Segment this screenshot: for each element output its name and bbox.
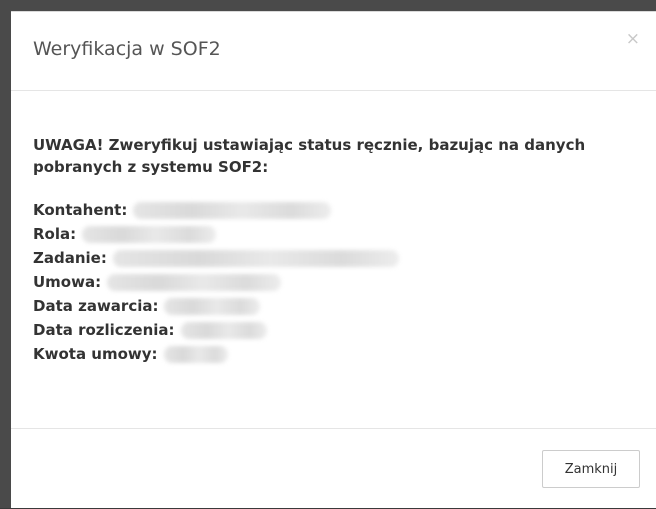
dialog-header: Weryfikacja w SOF2 × [11,12,656,91]
close-icon[interactable]: × [626,31,640,48]
close-button[interactable]: Zamknij [542,450,640,488]
redacted-value [133,201,332,219]
redacted-value [107,273,282,291]
field-row-data-zawarcia: Data zawarcia: [33,294,633,318]
field-row-kontahent: Kontahent: [33,198,633,222]
redacted-value [164,297,261,315]
dialog-title: Weryfikacja w SOF2 [33,38,221,60]
redacted-value [180,321,267,339]
field-label: Data zawarcia: [33,297,159,315]
warning-message: UWAGA! Zweryfikuj ustawiając status ręcz… [33,136,586,176]
field-label: Rola: [33,225,77,243]
redacted-value [112,249,399,267]
field-label: Zadanie: [33,249,107,267]
field-label: Kwota umowy: [33,345,158,363]
field-row-kwota-umowy: Kwota umowy: [33,342,633,366]
field-label: Umowa: [33,273,102,291]
field-label: Kontahent: [33,201,128,219]
field-row-rola: Rola: [33,222,633,246]
verification-dialog: Weryfikacja w SOF2 × UWAGA! Zweryfikuj u… [11,11,656,508]
field-row-umowa: Umowa: [33,270,633,294]
dialog-body: UWAGA! Zweryfikuj ustawiając status ręcz… [33,134,633,366]
field-row-data-rozliczenia: Data rozliczenia: [33,318,633,342]
redacted-value [82,225,217,243]
field-row-zadanie: Zadanie: [33,246,633,270]
dialog-footer: Zamknij [11,428,656,509]
redacted-value [163,345,228,363]
field-label: Data rozliczenia: [33,321,175,339]
